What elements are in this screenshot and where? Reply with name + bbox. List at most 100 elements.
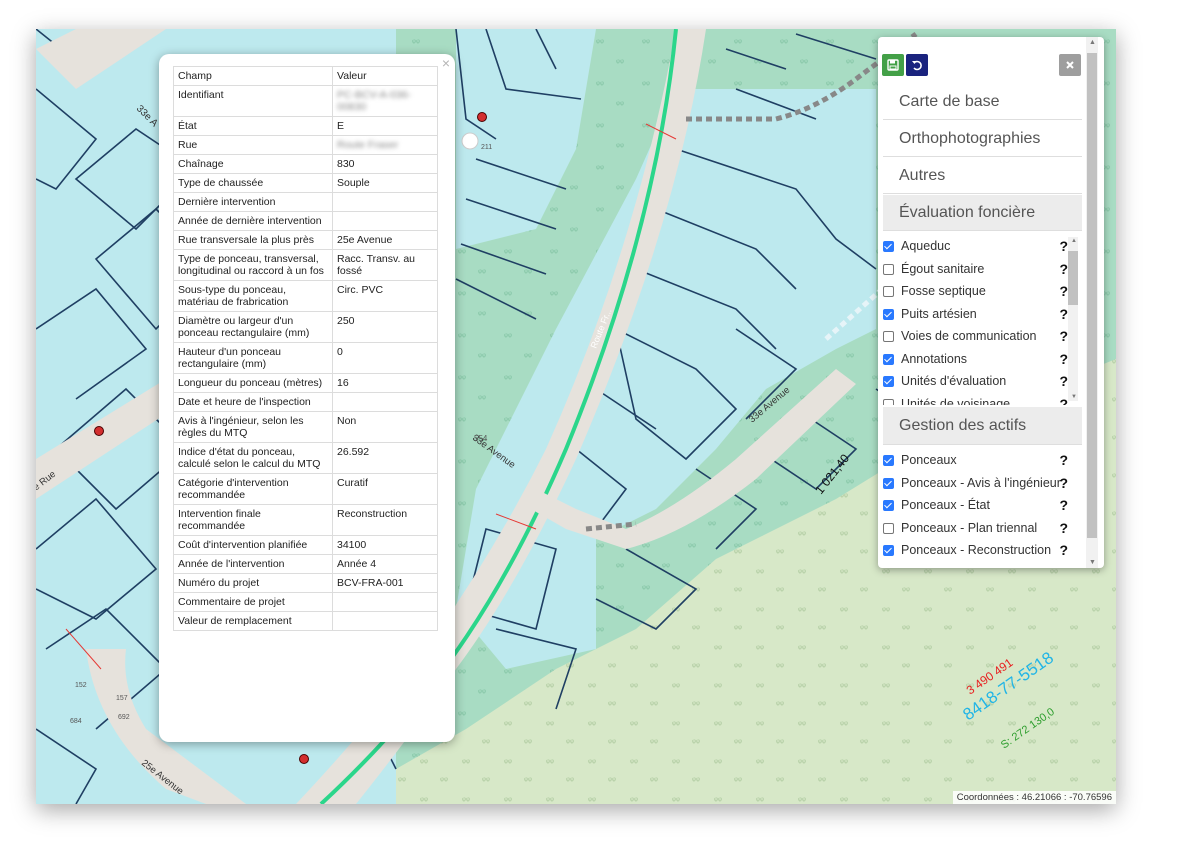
layer-item[interactable]: Ponceaux - Reconstruction? [883,539,1068,561]
layer-checkbox[interactable] [883,545,894,556]
layer-checkbox[interactable] [883,500,894,511]
field-value-cell: E [332,116,438,136]
field-name-cell: Année de l'intervention [173,554,333,574]
layer-item[interactable]: Unités de voisinage? [883,393,1068,406]
help-icon[interactable]: ? [1059,370,1068,392]
help-icon[interactable]: ? [1059,393,1068,406]
map-viewport[interactable]: ᵠᵠ ᵠᵠ ᵠᵠ ᵠᵠ [36,29,1116,804]
layer-item[interactable]: Ponceaux - Avis à l'ingénieur? [883,472,1068,494]
layer-checkbox[interactable] [883,376,894,387]
close-icon [1066,61,1074,69]
field-name-cell: Valeur de remplacement [173,611,333,631]
field-value-cell [332,592,438,612]
table-row: Chaînage 830 [173,154,438,174]
section-carte-de-base[interactable]: Carte de base [883,84,1082,120]
field-value-cell: Année 4 [332,554,438,574]
help-icon[interactable]: ? [1059,449,1068,471]
help-icon[interactable]: ? [1059,280,1068,302]
table-header-row: Champ Valeur [173,66,438,86]
section-autres[interactable]: Autres [883,158,1082,194]
field-value-cell: 0 [332,342,438,374]
field-name-cell: Chaînage [173,154,333,174]
table-row: Dernière intervention [173,192,438,212]
culvert-point[interactable] [299,754,309,764]
layer-checkbox[interactable] [883,455,894,466]
layer-item[interactable]: Ponceaux - État? [883,494,1068,516]
layer-checkbox[interactable] [883,308,894,320]
scroll-up-icon[interactable]: ▲ [1089,39,1096,46]
table-row: Coût d'intervention planifiée 34100 [173,535,438,555]
layer-checkbox[interactable] [883,477,894,489]
table-row: Année de l'intervention Année 4 [173,554,438,574]
layer-checkbox[interactable] [883,263,894,275]
help-icon[interactable]: ? [1059,539,1068,561]
layer-item[interactable]: Voies de communication? [883,325,1068,347]
help-icon[interactable]: ? [1059,494,1068,516]
scroll-down-icon[interactable]: ▼ [1071,394,1077,400]
undo-button[interactable] [906,54,928,76]
layer-item[interactable]: Puits artésien? [883,303,1068,325]
scroll-thumb[interactable] [1087,53,1097,538]
layer-checkbox[interactable] [883,353,894,365]
layer-checkbox[interactable] [883,522,894,534]
field-value-cell: Racc. Transv. au fossé [332,249,438,281]
field-value-cell: 250 [332,311,438,343]
help-icon[interactable]: ? [1059,517,1068,539]
field-value-cell: Souple [332,173,438,193]
help-icon[interactable]: ? [1059,303,1068,325]
section-evaluation-fonciere[interactable]: Évaluation foncière [883,195,1082,231]
layer-label: Ponceaux - Avis à l'ingénieur [901,475,1061,490]
layer-label: Puits artésien [901,306,977,321]
table-row: Diamètre ou largeur d'un ponceau rectang… [173,311,438,343]
field-name-cell: Sous-type du ponceau, matériau de frabri… [173,280,333,312]
culvert-point[interactable] [94,426,104,436]
section-orthophotographies[interactable]: Orthophotographies [883,121,1082,157]
table-row: Catégorie d'intervention recommandée Cura… [173,473,438,505]
help-icon[interactable]: ? [1059,325,1068,347]
field-name-cell: Catégorie d'intervention recommandée [173,473,333,505]
lot-number: 692 [118,714,130,721]
save-button[interactable] [882,54,904,76]
help-icon[interactable]: ? [1059,258,1068,280]
layer-item[interactable]: Fosse septique? [883,280,1068,302]
layer-item[interactable]: Ponceaux - Plan triennal? [883,517,1068,539]
panel-scrollbar[interactable]: ▲ ▼ [1086,37,1098,568]
layer-checkbox[interactable] [883,331,894,342]
cul-de-sac [461,132,479,150]
culvert-point[interactable] [477,112,487,122]
layer-item[interactable]: Aqueduc? [883,235,1068,257]
section-gestion-des-actifs[interactable]: Gestion des actifs [883,407,1082,445]
layer-label: Unités d'évaluation [901,374,1007,388]
layer-item[interactable]: Annotations? [883,348,1068,370]
field-name-cell: Commentaire de projet [173,592,333,612]
help-icon[interactable]: ? [1059,235,1068,257]
field-name-cell: Intervention finale recommandée [173,504,333,536]
table-row: Hauteur d'un ponceau rectangulaire (mm) 0 [173,342,438,374]
layer-item[interactable]: Unités d'évaluation? [883,370,1068,392]
table-row: Type de chaussée Souple [173,173,438,193]
undo-icon [912,60,922,71]
layer-item[interactable]: Égout sanitaire? [883,258,1068,280]
evaluation-scrollbar[interactable]: ▲ ▼ [1068,237,1078,401]
help-icon[interactable]: ? [1059,472,1068,494]
field-name-cell: Identifiant [173,85,333,117]
column-header-value: Valeur [332,66,438,86]
close-panel-button[interactable] [1059,54,1081,76]
layer-panel: Carte de base Orthophotographies Autres … [878,37,1104,568]
layer-checkbox[interactable] [883,286,894,297]
layer-item[interactable]: Ponceaux? [883,449,1068,471]
table-row: Intervention finale recommandée Reconstru… [173,504,438,536]
scroll-thumb[interactable] [1068,251,1078,305]
layer-label: Unités de voisinage [901,396,1011,406]
layer-label: Ponceaux [901,453,957,467]
layer-checkbox[interactable] [883,398,894,405]
column-header-field: Champ [173,66,333,86]
popup-close-icon[interactable]: × [442,56,450,70]
field-value-cell [332,192,438,212]
scroll-down-icon[interactable]: ▼ [1089,559,1096,566]
scroll-up-icon[interactable]: ▲ [1071,238,1077,244]
table-row: Valeur de remplacement [173,611,438,631]
layer-checkbox[interactable] [883,241,894,252]
table-row: Sous-type du ponceau, matériau de frabri… [173,280,438,312]
help-icon[interactable]: ? [1059,348,1068,370]
